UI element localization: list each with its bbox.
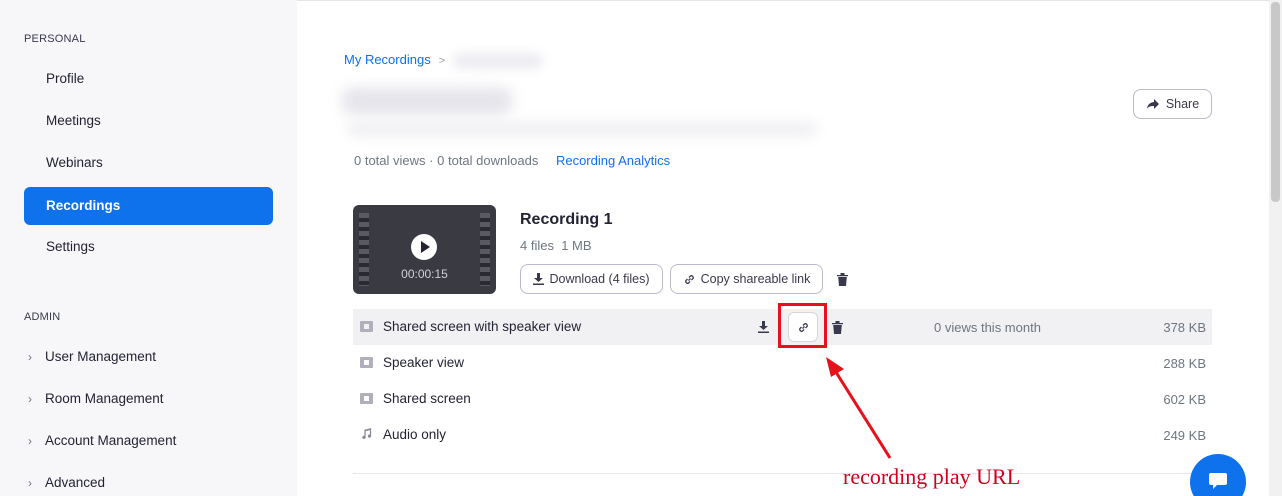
file-name: Audio only	[383, 427, 447, 442]
sidebar-item-account-management[interactable]: › Account Management	[24, 426, 273, 456]
total-downloads: 0 total downloads	[437, 153, 539, 168]
redacted-breadcrumb	[453, 52, 544, 69]
chevron-right-icon: ›	[28, 434, 32, 448]
file-row-audio-only[interactable]: Audio only 249 KB	[353, 417, 1212, 453]
file-size: 288 KB	[1163, 356, 1206, 371]
recording-duration: 00:00:15	[401, 267, 448, 281]
sidebar-item-user-management[interactable]: › User Management	[24, 342, 273, 372]
copy-link-label: Copy shareable link	[700, 272, 811, 286]
file-size: 378 KB	[1163, 320, 1206, 335]
breadcrumb: My Recordings >	[344, 52, 544, 69]
file-size: 249 KB	[1163, 428, 1206, 443]
music-note-icon	[362, 428, 372, 439]
chevron-right-icon: ›	[28, 350, 32, 364]
link-icon	[684, 274, 694, 284]
sidebar-item-webinars[interactable]: Webinars	[24, 144, 273, 182]
recording-meta: 4 files 1 MB	[520, 238, 592, 253]
main-content: My Recordings > Share 0 total views · 0 t…	[297, 0, 1282, 496]
file-views: 0 views this month	[934, 320, 1041, 335]
recording-stats: 0 total views · 0 total downloads Record…	[354, 153, 670, 168]
play-icon[interactable]	[411, 234, 437, 260]
sidebar-item-label: Room Management	[45, 391, 164, 406]
chevron-right-icon: ›	[28, 392, 32, 406]
download-label: Download (4 files)	[549, 272, 650, 286]
redacted-subtitle	[347, 122, 817, 136]
trash-icon[interactable]	[837, 273, 848, 286]
breadcrumb-separator: >	[438, 55, 446, 67]
sidebar-item-label: Advanced	[45, 475, 106, 490]
download-all-button[interactable]: Download (4 files)	[520, 264, 663, 294]
sidebar-item-profile[interactable]: Profile	[24, 60, 273, 98]
admin-section-title: ADMIN	[24, 311, 61, 323]
trash-icon[interactable]	[832, 321, 843, 334]
chevron-right-icon: ›	[28, 476, 32, 490]
redacted-title	[342, 88, 512, 114]
annotation-label: recording play URL	[843, 464, 1021, 489]
sidebar-item-settings[interactable]: Settings	[24, 228, 273, 266]
file-row-shared-screen[interactable]: Shared screen 602 KB	[353, 381, 1212, 417]
file-count: 4 files	[520, 238, 554, 253]
file-name: Shared screen with speaker view	[383, 319, 582, 334]
sidebar-item-label: User Management	[45, 349, 157, 364]
recording-thumbnail[interactable]: 00:00:15	[353, 205, 496, 294]
sidebar: PERSONAL Profile Meetings Webinars Recor…	[0, 0, 297, 496]
share-arrow-icon	[1146, 99, 1159, 109]
breadcrumb-my-recordings[interactable]: My Recordings	[344, 52, 431, 67]
sidebar-item-room-management[interactable]: › Room Management	[24, 384, 273, 414]
video-file-icon	[360, 393, 373, 404]
copy-shareable-link-button[interactable]: Copy shareable link	[670, 264, 823, 294]
page-scrollbar[interactable]	[1269, 0, 1282, 496]
share-label: Share	[1165, 97, 1200, 111]
top-divider	[297, 0, 1282, 1]
sidebar-item-advanced[interactable]: › Advanced	[24, 468, 273, 496]
total-size: 1 MB	[561, 238, 592, 253]
personal-section-title: PERSONAL	[24, 33, 86, 45]
recording-title: Recording 1	[520, 211, 613, 228]
file-name: Speaker view	[383, 355, 465, 370]
recording-analytics-link[interactable]: Recording Analytics	[556, 153, 670, 168]
sidebar-item-recordings[interactable]: Recordings	[24, 187, 273, 225]
stats-dot: ·	[429, 153, 434, 168]
sidebar-item-meetings[interactable]: Meetings	[24, 102, 273, 140]
total-views: 0 total views	[354, 153, 426, 168]
file-name: Shared screen	[383, 391, 471, 406]
video-file-icon	[360, 321, 373, 332]
sidebar-item-label: Account Management	[45, 433, 177, 448]
download-icon[interactable]	[758, 321, 769, 333]
section-divider	[353, 473, 1212, 474]
file-row-speaker-view[interactable]: Speaker view 288 KB	[353, 345, 1212, 381]
download-icon	[533, 273, 545, 285]
file-size: 602 KB	[1163, 392, 1206, 407]
scrollbar-thumb[interactable]	[1271, 2, 1280, 202]
chat-bubble-icon	[1209, 473, 1227, 489]
annotation-arrow-icon	[826, 357, 892, 459]
video-file-icon	[360, 357, 373, 368]
annotation-highlight-box	[778, 303, 827, 348]
share-button[interactable]: Share	[1133, 89, 1212, 119]
